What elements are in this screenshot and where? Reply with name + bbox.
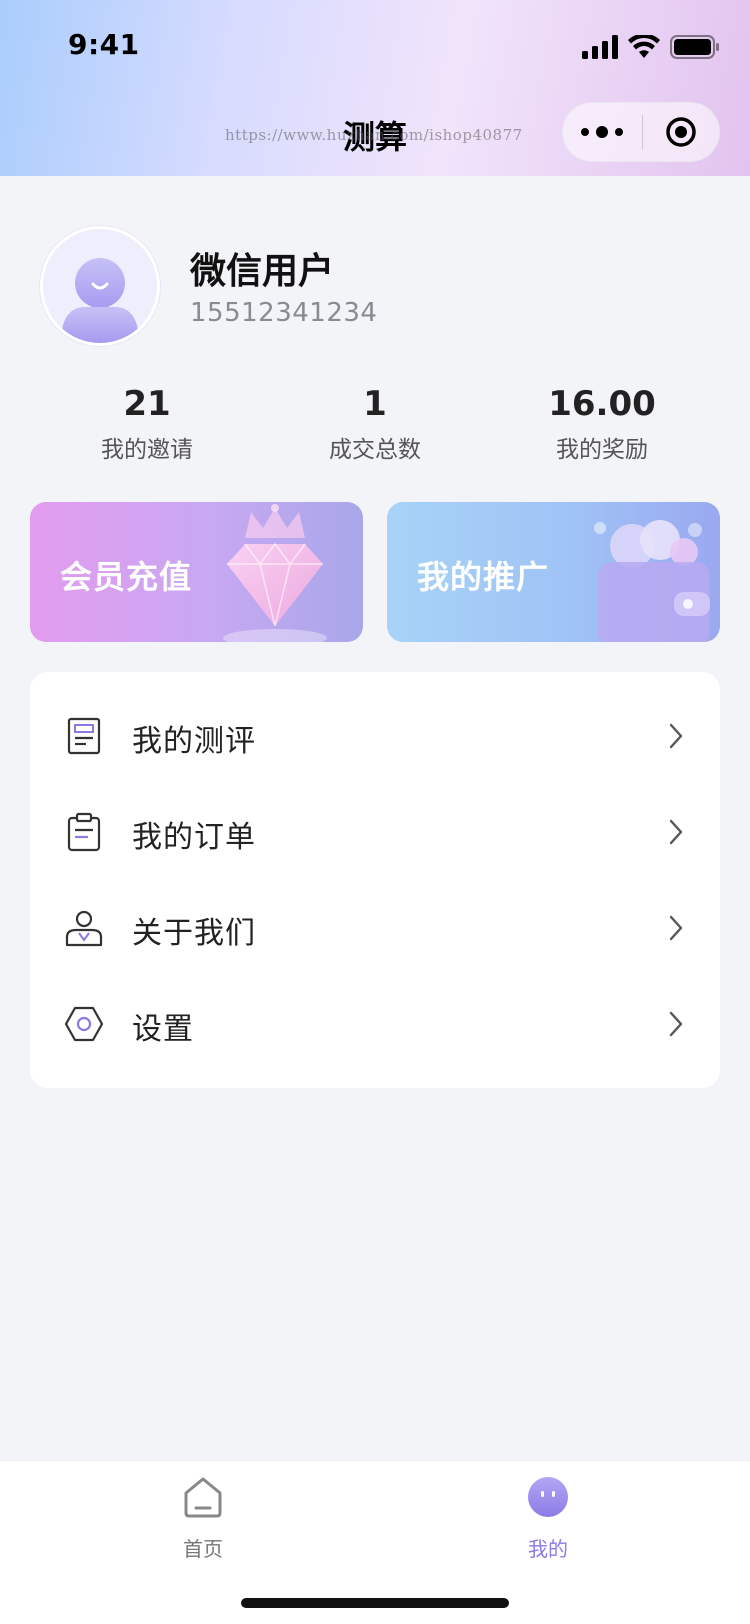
tab-label: 我的 — [528, 1537, 568, 1561]
close-button[interactable] — [643, 102, 719, 162]
more-dots-icon — [581, 128, 590, 136]
battery-icon — [670, 35, 719, 59]
menu-list: 我的测评 我的订单 关于我们 设置 — [30, 672, 720, 1088]
menu-label: 我的测评 — [132, 724, 256, 759]
profile-section: 微信用户 15512341234 — [40, 226, 710, 346]
stat-value: 1 — [363, 384, 387, 424]
more-dot-right — [615, 128, 624, 136]
stat-label: 我的邀请 — [101, 437, 193, 463]
wifi-icon — [628, 35, 660, 58]
avatar[interactable] — [40, 226, 160, 346]
signal-icon — [582, 35, 618, 59]
menu-label: 设置 — [132, 1012, 194, 1047]
chevron-right-icon — [669, 723, 683, 749]
phone-number: 15512341234 — [190, 298, 378, 328]
report-icon — [67, 717, 101, 755]
menu-item-about-us[interactable]: 关于我们 — [30, 880, 720, 976]
chevron-right-icon — [669, 915, 683, 941]
home-indicator — [241, 1598, 509, 1608]
tab-mine[interactable]: 我的 — [488, 1475, 608, 1575]
wallet-coins-icon — [594, 520, 710, 642]
tab-label: 首页 — [183, 1537, 223, 1561]
menu-item-my-reviews[interactable]: 我的测评 — [30, 688, 720, 784]
tab-home[interactable]: 首页 — [143, 1475, 263, 1575]
menu-label: 我的订单 — [132, 820, 256, 855]
more-button[interactable] — [563, 102, 642, 162]
user-avatar-icon — [61, 258, 139, 343]
more-dot-center — [596, 126, 609, 138]
chevron-right-icon — [669, 819, 683, 845]
status-time: 9:41 — [68, 28, 140, 61]
target-circle-icon — [666, 117, 696, 147]
username: 微信用户 — [190, 251, 335, 292]
watermark-text: https://www.huzhan.com/ishop40877 — [225, 126, 523, 144]
person-icon — [65, 910, 103, 947]
stat-invites[interactable]: 21 我的邀请 — [47, 384, 247, 464]
status-icons — [582, 30, 720, 64]
home-icon — [184, 1477, 222, 1518]
my-promotion-card[interactable]: 我的推广 — [387, 502, 720, 642]
stats-row: 21 我的邀请 1 成交总数 16.00 我的奖励 — [0, 384, 750, 464]
mini-program-capsule — [562, 102, 720, 162]
menu-item-my-orders[interactable]: 我的订单 — [30, 784, 720, 880]
vip-recharge-label: 会员充值 — [60, 558, 193, 596]
status-bar: 9:41 — [0, 0, 750, 92]
hexagon-settings-icon — [64, 1006, 104, 1042]
menu-label: 关于我们 — [132, 916, 256, 951]
chevron-right-icon — [669, 1011, 683, 1037]
diamond-crown-icon — [223, 504, 327, 642]
my-promotion-label: 我的推广 — [417, 558, 550, 596]
mine-face-icon — [528, 1477, 568, 1517]
clipboard-icon — [67, 812, 101, 852]
stat-label: 成交总数 — [329, 437, 421, 463]
stat-value: 16.00 — [548, 384, 656, 424]
stat-rewards[interactable]: 16.00 我的奖励 — [502, 384, 702, 464]
menu-item-settings[interactable]: 设置 — [30, 976, 720, 1072]
stat-label: 我的奖励 — [556, 437, 648, 463]
stat-deals[interactable]: 1 成交总数 — [275, 384, 475, 464]
stat-value: 21 — [123, 384, 171, 424]
vip-recharge-card[interactable]: 会员充值 — [30, 502, 363, 642]
